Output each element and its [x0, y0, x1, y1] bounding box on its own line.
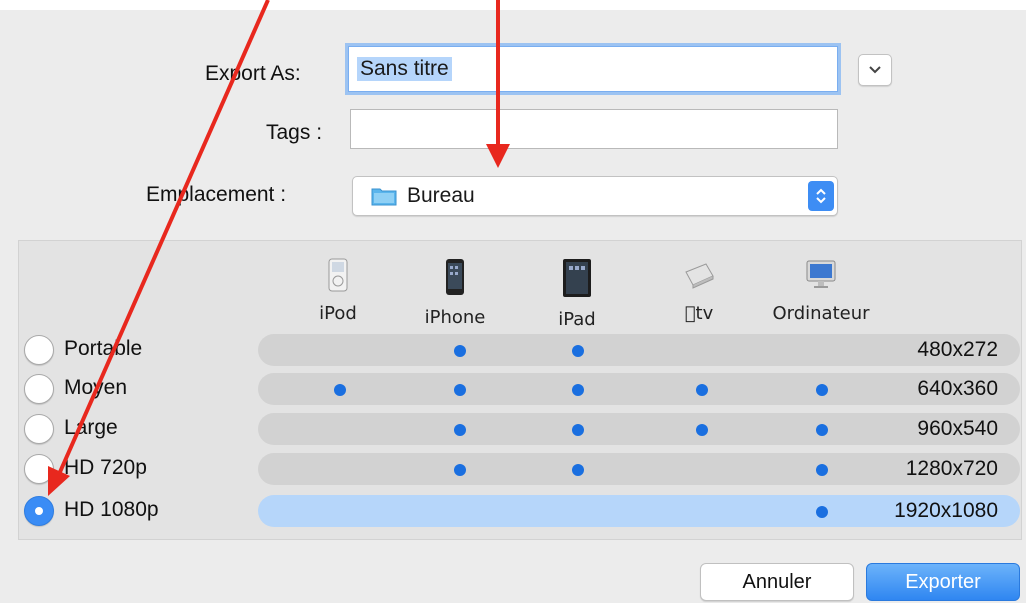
- support-dot: [572, 464, 584, 476]
- resolution-value: 960x540: [917, 417, 998, 440]
- support-dot: [454, 384, 466, 396]
- device-ipad: iPad: [512, 258, 642, 330]
- export-button[interactable]: Exporter: [866, 563, 1020, 601]
- support-dot: [454, 464, 466, 476]
- radio-dot: [35, 507, 43, 515]
- device-computer: Ordinateur: [756, 258, 886, 324]
- support-dot: [454, 345, 466, 357]
- preset-row[interactable]: Moyen 640x360: [0, 373, 1026, 407]
- device-iphone: iPhone: [390, 258, 520, 328]
- radio-button[interactable]: [24, 454, 54, 484]
- support-dot: [816, 424, 828, 436]
- preset-support-bar: 480x272: [258, 334, 1020, 366]
- resolution-value: 1920x1080: [894, 499, 998, 522]
- appletv-icon: [685, 263, 714, 289]
- export-as-value: Sans titre: [357, 57, 452, 81]
- preset-row[interactable]: Large 960x540: [0, 413, 1026, 447]
- support-dot: [334, 384, 346, 396]
- folder-icon: [371, 186, 397, 206]
- ipad-icon: [563, 259, 591, 297]
- support-dot: [816, 464, 828, 476]
- support-dot: [696, 424, 708, 436]
- preset-support-bar: 960x540: [258, 413, 1020, 445]
- device-label: Ordinateur: [772, 303, 870, 324]
- preset-label: Large: [64, 416, 118, 439]
- support-dot: [572, 424, 584, 436]
- location-label: Emplacement :: [146, 183, 287, 206]
- computer-icon: [806, 260, 836, 288]
- support-dot: [572, 384, 584, 396]
- preset-row[interactable]: Portable 480x272: [0, 334, 1026, 368]
- iphone-icon: [446, 259, 464, 295]
- preset-label: Portable: [64, 337, 143, 360]
- device-label: iPod: [319, 303, 357, 324]
- ipod-icon: [328, 258, 348, 292]
- export-as-label: Export As:: [205, 62, 301, 85]
- apple-logo-icon: : [685, 303, 696, 324]
- location-value: Bureau: [407, 184, 475, 207]
- preset-row[interactable]: HD 1080p 1920x1080: [0, 495, 1026, 529]
- radio-button[interactable]: [24, 414, 54, 444]
- location-popup[interactable]: Bureau: [352, 176, 838, 216]
- preset-label: HD 720p: [64, 456, 147, 479]
- resolution-value: 640x360: [917, 377, 998, 400]
- chevron-down-icon: [869, 66, 881, 74]
- support-dot: [572, 345, 584, 357]
- preset-label: HD 1080p: [64, 498, 159, 521]
- support-dot: [816, 506, 828, 518]
- export-as-field[interactable]: Sans titre: [348, 46, 838, 92]
- preset-support-bar: 640x360: [258, 373, 1020, 405]
- device-label: iPad: [558, 309, 596, 330]
- device-label: iPhone: [424, 307, 486, 328]
- radio-button[interactable]: [24, 374, 54, 404]
- updown-chevron-icon: [808, 181, 834, 211]
- radio-button[interactable]: [24, 335, 54, 365]
- device-appletv: tv: [634, 258, 764, 324]
- support-dot: [816, 384, 828, 396]
- tags-label: Tags :: [266, 121, 323, 144]
- preset-label: Moyen: [64, 376, 128, 399]
- preset-support-bar: 1280x720: [258, 453, 1020, 485]
- cancel-button[interactable]: Annuler: [700, 563, 854, 601]
- resolution-value: 1280x720: [905, 457, 998, 480]
- device-label: tv: [634, 303, 764, 324]
- preset-support-bar-selected: 1920x1080: [258, 495, 1020, 527]
- support-dot: [454, 424, 466, 436]
- device-ipod: iPod: [273, 258, 403, 324]
- support-dot: [696, 384, 708, 396]
- radio-button-checked[interactable]: [24, 496, 54, 526]
- preset-row[interactable]: HD 720p 1280x720: [0, 453, 1026, 487]
- expand-dialog-button[interactable]: [858, 54, 892, 86]
- resolution-value: 480x272: [917, 338, 998, 361]
- tags-field[interactable]: [350, 109, 838, 149]
